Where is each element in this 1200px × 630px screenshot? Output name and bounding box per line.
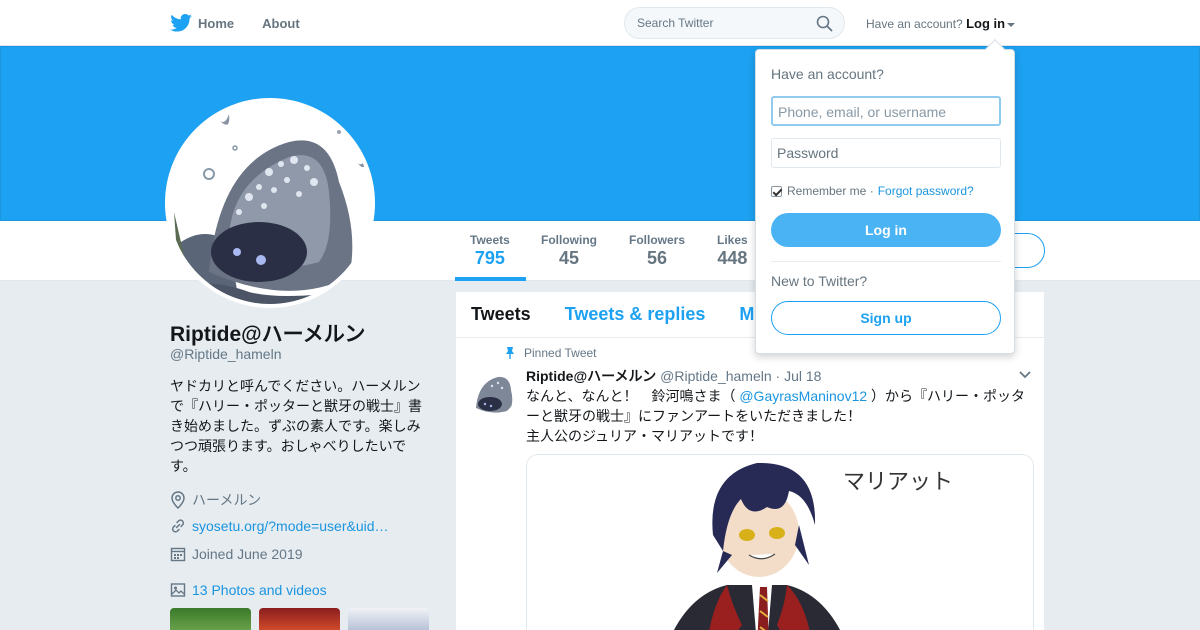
fan-art-caption: マリアット — [843, 470, 953, 495]
tweet-mention[interactable]: @GayrasManinov12 — [739, 388, 867, 404]
profile-url[interactable]: syosetu.org/?mode=user&uid… — [170, 518, 389, 534]
stat-followers[interactable]: Followers 56 — [629, 233, 685, 269]
pinned-text: Pinned Tweet — [524, 346, 597, 360]
photo-thumbnail[interactable] — [259, 608, 340, 630]
login-menu-label[interactable]: Log in — [966, 16, 1005, 31]
tweet-media[interactable]: マリアット — [526, 454, 1034, 630]
chevron-down-icon[interactable] — [1018, 370, 1032, 380]
pin-icon — [506, 347, 514, 359]
new-to-twitter-text: New to Twitter? — [771, 273, 868, 289]
about-label: About — [262, 15, 300, 31]
profile-handle[interactable]: @Riptide_hameln — [170, 346, 282, 362]
twitter-bird-icon — [170, 14, 192, 32]
stat-tweets[interactable]: Tweets 795 — [470, 233, 510, 269]
photo-thumbnail[interactable] — [348, 608, 429, 630]
caret-down-icon — [1007, 22, 1016, 27]
forgot-password-link[interactable]: Forgot password? — [878, 184, 974, 198]
tweet-avatar[interactable] — [468, 368, 516, 416]
dropdown-title: Have an account? — [771, 66, 884, 82]
stat-value: 56 — [646, 248, 668, 268]
profile-name[interactable]: Riptide@ハーメルン — [170, 318, 365, 348]
photos-label[interactable]: 13 Photos and videos — [192, 582, 327, 598]
search-input[interactable]: Search Twitter — [624, 7, 845, 39]
stat-value: 45 — [558, 248, 580, 268]
password-field[interactable]: Password — [771, 138, 1001, 168]
stat-label: Following — [541, 233, 597, 247]
tweet-text-line2: 主人公のジュリア・マリアットです！ — [526, 428, 764, 444]
login-button[interactable]: Log in — [771, 213, 1001, 247]
tab-media[interactable]: M — [739, 304, 754, 325]
account-menu[interactable]: Have an account? Log in — [866, 16, 1016, 31]
remember-checkbox[interactable] — [771, 185, 782, 197]
stat-following[interactable]: Following 45 — [541, 233, 597, 269]
tweet-author-name[interactable]: Riptide@ハーメルン — [526, 368, 656, 384]
remember-row: Remember me · Forgot password? — [771, 184, 974, 198]
active-stat-underline — [455, 277, 526, 281]
stat-label: Likes — [717, 233, 748, 247]
location-text: ハーメルン — [192, 492, 262, 508]
stat-likes[interactable]: Likes 448 — [717, 233, 748, 269]
tab-tweets-replies[interactable]: Tweets & replies — [565, 304, 706, 325]
photos-videos-link[interactable]: 13 Photos and videos — [170, 582, 327, 598]
calendar-icon — [170, 547, 186, 562]
home-label: Home — [198, 15, 235, 31]
username-field[interactable]: Phone, email, or username — [771, 96, 1001, 126]
nav-left: Home About — [170, 0, 328, 46]
top-nav: Home About Search Twitter Have an accoun… — [0, 0, 1200, 46]
tweet-text-before: なんと、なんと！ 鈴河鳴さま（ — [526, 388, 740, 404]
password-placeholder: Password — [777, 145, 839, 161]
pinned-label: Pinned Tweet — [504, 346, 597, 360]
stat-label: Followers — [629, 233, 686, 247]
tweet-text: なんと、なんと！ 鈴河鳴さま（ @GayrasManinov12 ）から『ハリー… — [526, 386, 1036, 446]
tweet-author-handle[interactable]: @Riptide_hameln — [660, 368, 772, 384]
location-icon — [171, 491, 185, 509]
photo-thumbnail[interactable] — [170, 608, 251, 630]
login-dropdown: Have an account? Phone, email, or userna… — [755, 39, 1015, 354]
stat-value: 795 — [474, 248, 505, 268]
profile-joined: Joined June 2019 — [170, 546, 303, 562]
profile-avatar[interactable] — [165, 98, 375, 308]
signup-button[interactable]: Sign up — [771, 301, 1001, 335]
url-text[interactable]: syosetu.org/?mode=user&uid… — [192, 518, 389, 534]
joined-text: Joined June 2019 — [192, 546, 303, 562]
tab-tweets[interactable]: Tweets — [471, 304, 531, 325]
tweet-date[interactable]: · Jul 18 — [776, 368, 822, 384]
stat-value: 448 — [717, 248, 748, 268]
tweet-header: Riptide@ハーメルン @Riptide_hameln · Jul 18 — [526, 366, 821, 386]
fan-art-image: マリアット — [527, 455, 1033, 630]
stat-label: Tweets — [470, 233, 510, 247]
have-account-text: Have an account? — [866, 17, 963, 31]
photo-icon — [170, 583, 186, 597]
hermit-crab-avatar-art — [169, 102, 371, 304]
remember-label[interactable]: Remember me · — [787, 184, 874, 198]
search-placeholder: Search Twitter — [637, 16, 714, 30]
tweet-avatar-art — [468, 368, 516, 416]
profile-location: ハーメルン — [170, 490, 261, 510]
nav-home[interactable]: Home — [170, 14, 234, 32]
username-placeholder: Phone, email, or username — [778, 104, 947, 120]
link-icon — [171, 519, 185, 533]
nav-about[interactable]: About — [262, 16, 300, 31]
dropdown-divider — [771, 261, 1001, 262]
profile-bio: ヤドカリと呼んでください。ハーメルンで『ハリー・ポッターと獣牙の戦士』書き始めま… — [170, 378, 422, 474]
search-icon[interactable] — [816, 15, 833, 32]
